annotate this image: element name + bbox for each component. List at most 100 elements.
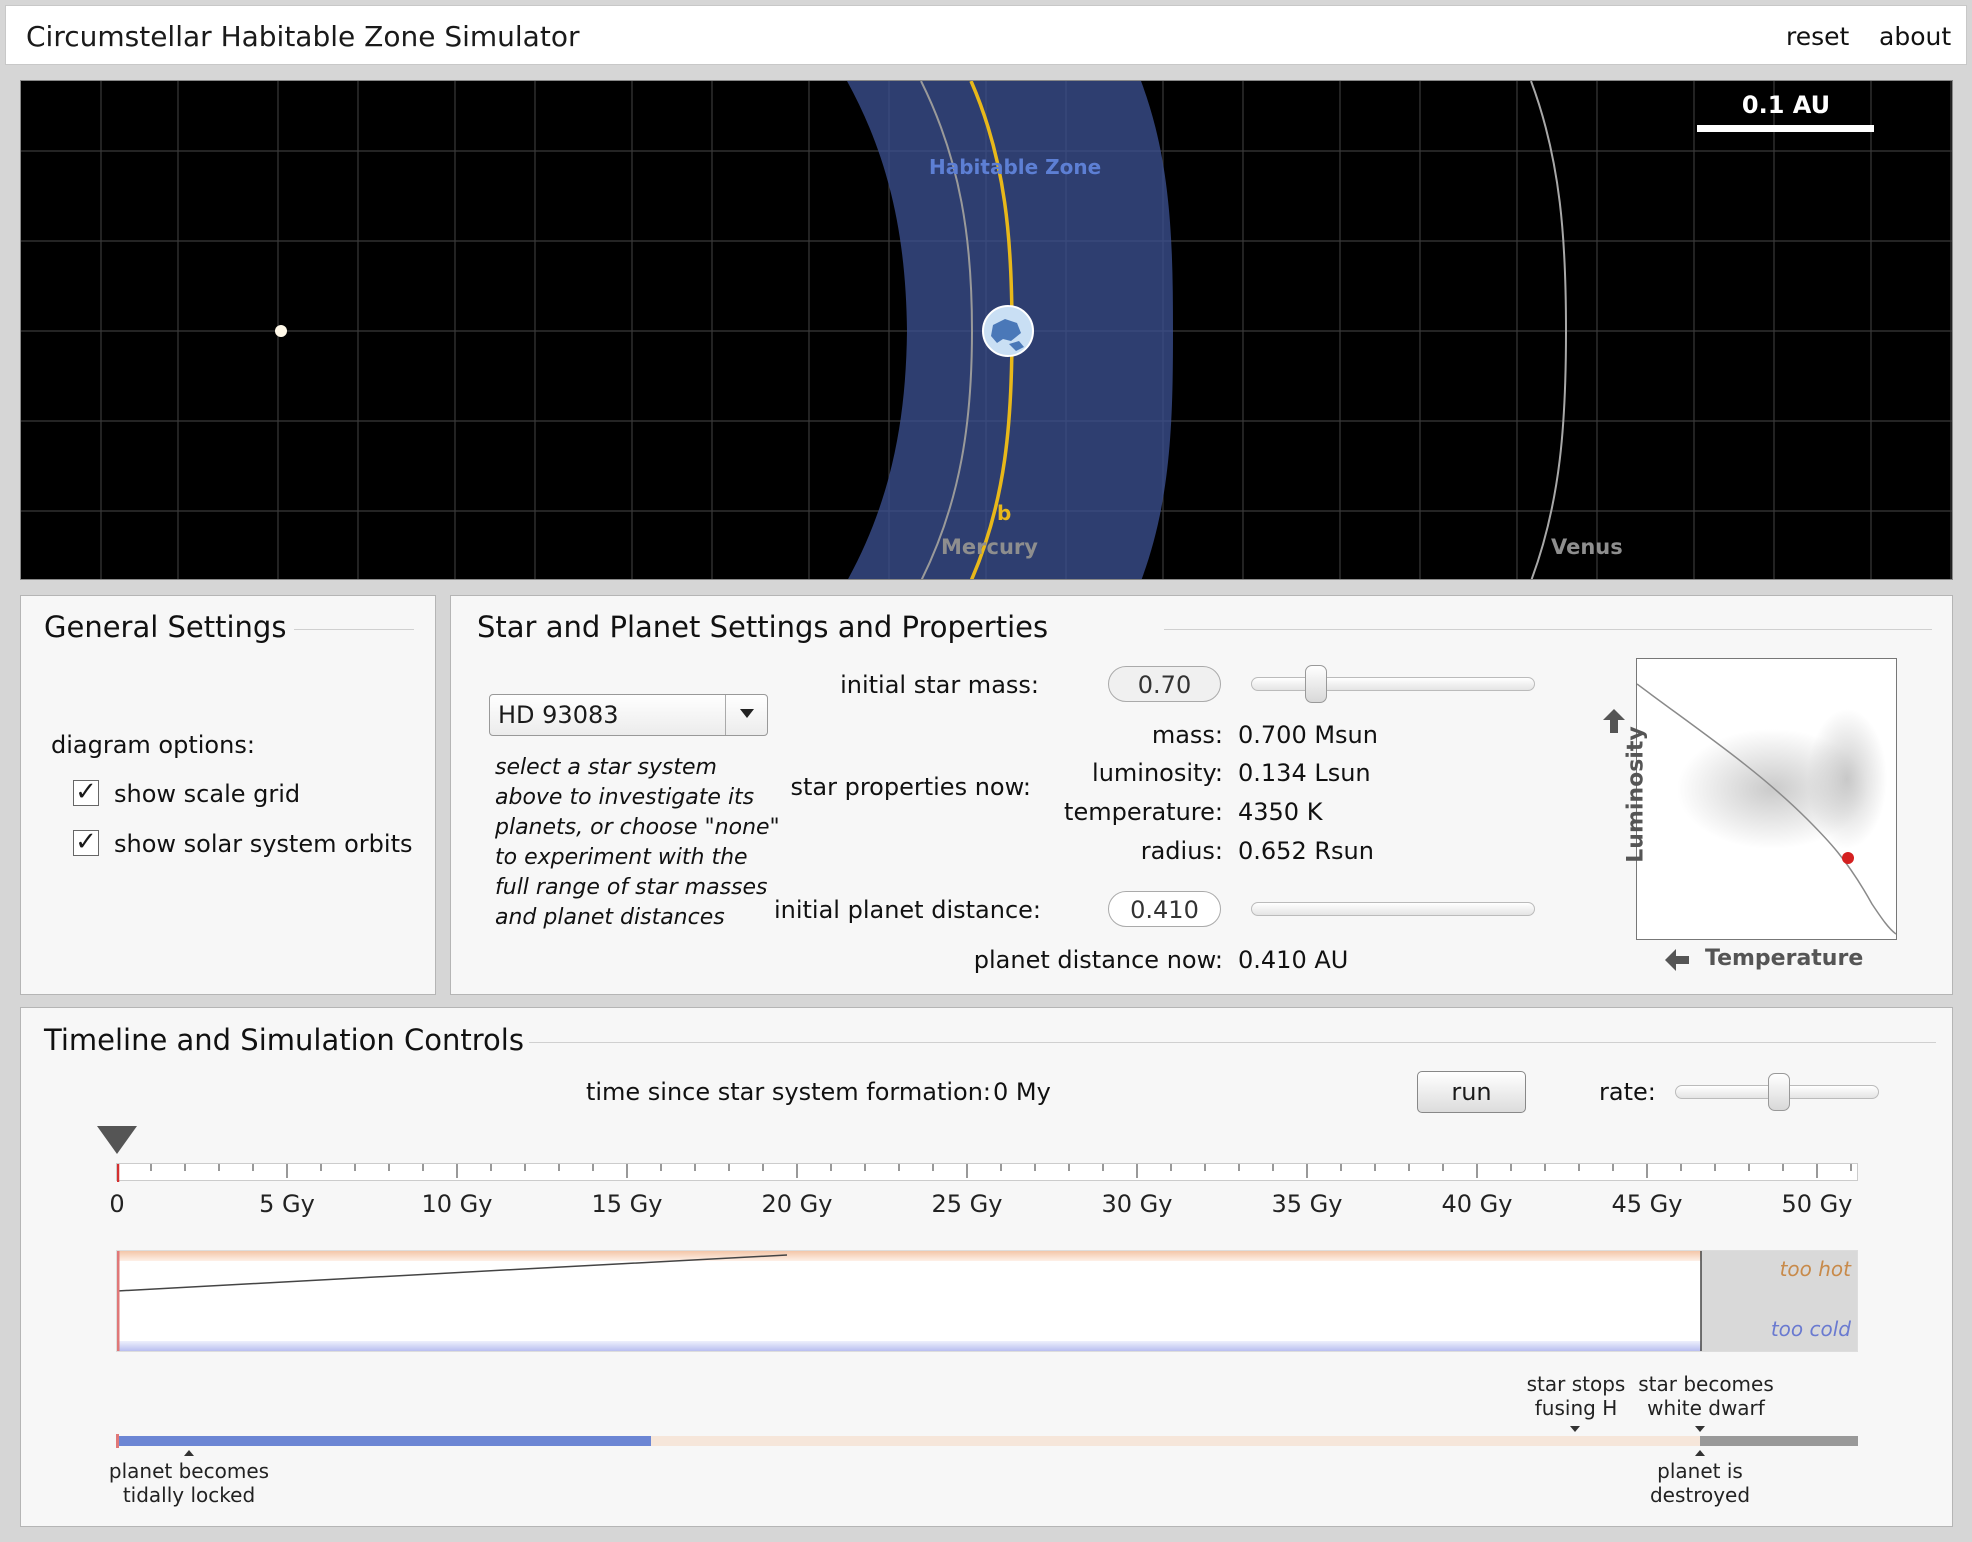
too-cold-label: too cold [1770,1317,1851,1341]
timeline-ruler[interactable] [116,1163,1858,1182]
tick-label: 10 Gy [421,1190,493,1218]
arrow-left-icon [1665,949,1689,971]
rate-label: rate: [1599,1078,1656,1106]
help-line: planets, or choose "none" [495,815,780,840]
scale-bar [1697,125,1874,132]
habitable-zone-label: Habitable Zone [929,155,1102,179]
hr-diagram [1636,658,1897,940]
tick-label: 20 Gy [761,1190,833,1218]
mercury-label: Mercury [941,535,1038,559]
current-time-marker [116,1434,119,1448]
planet-distance-input[interactable]: 0.410 [1108,891,1221,927]
ruler-ticks [117,1164,1852,1182]
status-bar [116,1434,1858,1448]
luminosity-axis-label: Luminosity [1623,726,1649,863]
giant-branch-cloud [1807,709,1887,849]
initial-planet-distance-label: initial planet distance: [773,896,1041,924]
tidally-locked-segment [116,1436,651,1446]
planet-distance-now-label: planet distance now: [973,946,1223,974]
tick-label: 25 Gy [931,1190,1003,1218]
planet-distance-slider[interactable] [1251,902,1535,916]
planet-distance-now-value: 0.410 AU [1238,946,1349,974]
title-divider [294,629,414,630]
ann-line: tidally locked [122,1483,256,1507]
scale-grid-checkbox[interactable]: ✓ [73,779,99,806]
tick-label: 5 Gy [259,1190,315,1218]
prop-luminosity-value: 0.134 Lsun [1238,759,1371,787]
planet-temperature-line [117,1251,1702,1351]
title-divider [1164,629,1932,630]
rate-slider-knob[interactable] [1768,1073,1790,1111]
time-label: time since star system formation: [585,1078,991,1106]
ann-line: destroyed [1649,1483,1751,1507]
hr-diagram-plot [1637,683,1896,935]
star-system-select[interactable]: HD 93083 [489,694,768,736]
fusing-marker-icon [1570,1426,1580,1432]
star-position-marker [1842,852,1854,864]
diagram-options-label: diagram options: [51,731,255,759]
ann-line: star stops [1526,1372,1626,1396]
ann-line: planet is [1657,1459,1743,1483]
general-settings-panel: General Settings diagram options: ✓ show… [20,595,436,995]
prop-temperature-value: 4350 K [1238,798,1323,826]
app-title: Circumstellar Habitable Zone Simulator [26,20,580,53]
orbit-view[interactable]: 0.1 AU Habitable Zone b Mercury Venus [20,80,1953,580]
reset-link[interactable]: reset [1786,22,1849,51]
star-stops-fusing-label: star stops fusing H [1501,1372,1651,1420]
too-hot-label: too hot [1779,1257,1851,1281]
timeline-title: Timeline and Simulation Controls [44,1023,524,1057]
scale-grid-label[interactable]: show scale grid [114,780,300,808]
time-value: 0 My [993,1078,1051,1106]
tick-label: 0 [109,1190,125,1218]
scale-label: 0.1 AU [1741,91,1831,119]
white-dwarf-label: star becomes white dwarf [1631,1372,1781,1420]
prop-mass-key: mass: [1151,721,1223,749]
timeline-panel: Timeline and Simulation Controls time si… [20,1007,1953,1527]
destroyed-segment [1700,1436,1858,1446]
temperature-axis-label: Temperature [1705,946,1864,971]
ann-line: star becomes [1638,1372,1774,1396]
star-planet-title: Star and Planet Settings and Properties [477,610,1049,644]
chevron-down-icon[interactable] [740,709,754,718]
prop-radius-value: 0.652 Rsun [1238,837,1374,865]
title-bar: Circumstellar Habitable Zone Simulator r… [5,5,1967,65]
destroyed-label: planet is destroyed [1625,1459,1775,1507]
tick-label: 30 Gy [1101,1190,1173,1218]
ann-line: white dwarf [1647,1396,1765,1420]
star-mass-input[interactable]: 0.70 [1108,666,1221,702]
tidally-locked-label: planet becomes tidally locked [99,1459,279,1507]
prop-luminosity-key: luminosity: [1092,759,1223,787]
select-divider [725,695,726,735]
star-planet-panel: Star and Planet Settings and Properties … [450,595,1953,995]
habitability-plot: too hot too cold [116,1250,1858,1352]
help-line: to experiment with the [495,845,748,870]
tick-label: 50 Gy [1781,1190,1853,1218]
time-marker-icon[interactable] [97,1126,137,1154]
planet-label: b [997,501,1012,525]
tick-label: 35 Gy [1271,1190,1343,1218]
prop-mass-value: 0.700 Msun [1238,721,1378,749]
ann-line: planet becomes [108,1459,270,1483]
run-button[interactable]: run [1417,1071,1526,1113]
initial-star-mass-label: initial star mass: [840,671,1039,699]
star-mass-slider-knob[interactable] [1305,665,1327,703]
title-divider [529,1042,1936,1043]
about-link[interactable]: about [1879,22,1951,51]
general-settings-title: General Settings [44,610,287,644]
star-marker [275,325,287,337]
venus-label: Venus [1551,535,1623,559]
solar-orbits-checkbox[interactable]: ✓ [73,829,99,856]
tick-label: 45 Gy [1611,1190,1683,1218]
tick-label: 40 Gy [1441,1190,1513,1218]
white-dwarf-marker-icon [1695,1426,1705,1432]
planet-icon [982,305,1034,357]
solar-orbits-label[interactable]: show solar system orbits [114,830,412,858]
ann-line: fusing H [1534,1396,1618,1420]
arrow-up-icon [1603,709,1625,733]
star-system-value: HD 93083 [498,701,619,729]
tidal-lock-marker-icon [184,1450,194,1456]
prop-temperature-key: temperature: [1064,798,1223,826]
star-mass-slider[interactable] [1251,677,1535,691]
destroyed-marker-icon [1695,1450,1705,1456]
prop-radius-key: radius: [1140,837,1223,865]
